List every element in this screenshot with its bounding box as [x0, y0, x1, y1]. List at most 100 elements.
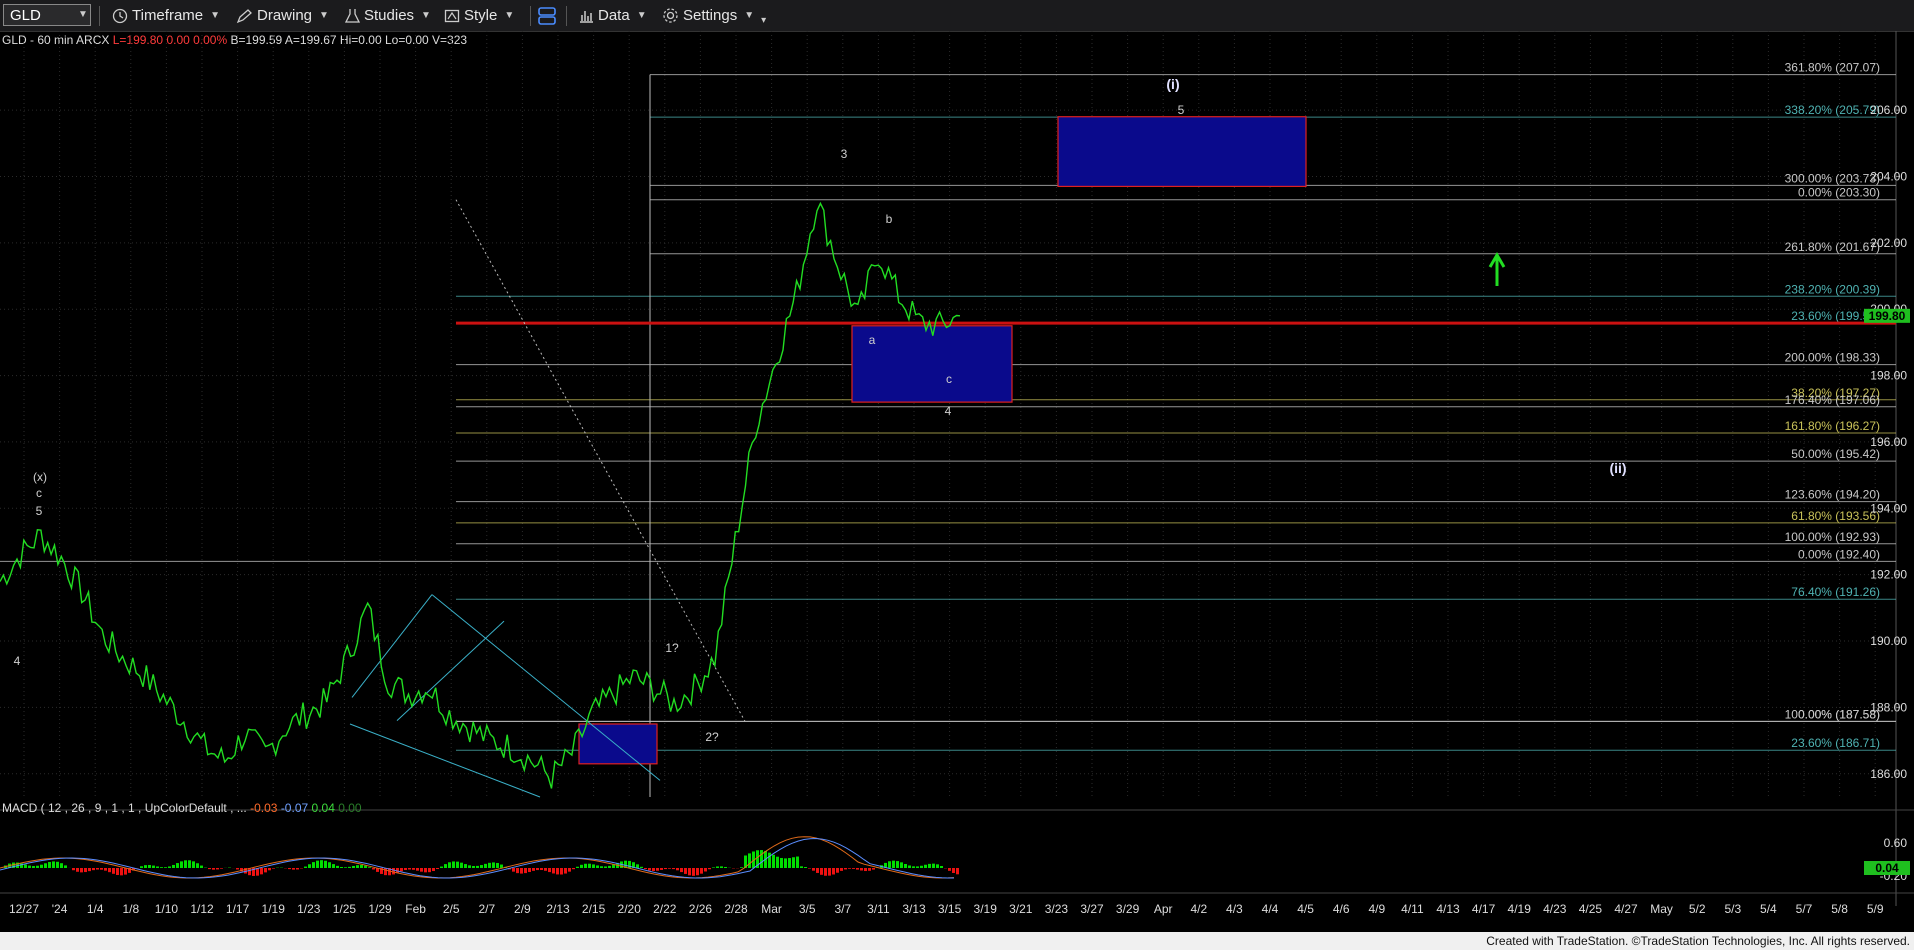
macd-bar: [500, 864, 503, 868]
fib-level-label: 261.80% (201.67): [1785, 240, 1880, 254]
macd-bar: [604, 866, 607, 868]
macd-bar: [160, 867, 163, 868]
date-tick-label: 2/20: [618, 902, 642, 916]
overflow-icon[interactable]: ▾: [761, 15, 766, 26]
macd-bar: [860, 868, 863, 871]
style-icon: [444, 9, 460, 22]
macd-bar: [692, 868, 695, 876]
layout-button[interactable]: [537, 5, 557, 26]
macd-bar: [488, 862, 491, 868]
macd-bar: [648, 868, 651, 871]
price-tick-label: 194.00: [1870, 501, 1907, 515]
macd-zero-value: 0.00: [338, 801, 362, 815]
channel-line: [431, 594, 661, 781]
macd-signal-value: -0.07: [280, 801, 309, 815]
drawing-button[interactable]: Drawing ▼: [236, 5, 329, 26]
macd-bar: [316, 860, 319, 868]
macd-bar: [36, 865, 39, 868]
chevron-down-icon: ▼: [319, 10, 329, 21]
flask-icon: [345, 8, 360, 23]
macd-bar: [596, 865, 599, 868]
macd-bar: [864, 868, 867, 872]
macd-bar: [816, 868, 819, 873]
price-tick-label: 202.00: [1870, 236, 1907, 250]
fib-level-label: 0.00% (192.40): [1798, 547, 1880, 561]
date-axis: 12/27 '24 1/4 1/8 1/10 1/12 1/17 1/19 1/23 1/25 1/…: [0, 892, 1914, 916]
settings-button[interactable]: Settings ▼ ▾: [662, 5, 766, 26]
date-tick-label: 4/13: [1436, 902, 1460, 916]
macd-bar: [308, 864, 311, 868]
macd-bar: [188, 860, 191, 868]
macd-bar: [912, 866, 915, 868]
macd-bar: [836, 868, 839, 873]
macd-bar: [48, 862, 51, 868]
style-button[interactable]: Style ▼: [444, 5, 514, 26]
wave-label: 4: [14, 654, 21, 668]
wave-label: a: [869, 333, 876, 347]
macd-bar: [740, 867, 743, 868]
macd-bar: [552, 868, 555, 874]
macd-bar: [44, 863, 47, 868]
date-tick-label: 3/29: [1116, 902, 1140, 916]
macd-bar: [192, 861, 195, 868]
macd-bar: [560, 868, 563, 875]
macd-bar: [96, 868, 99, 870]
macd-legend: MACD ( 12 , 26 , 9 , 1 , 1 , UpColorDefa…: [2, 801, 362, 815]
macd-bar: [324, 860, 327, 868]
date-tick-label: 5/9: [1867, 902, 1884, 916]
macd-bar: [260, 868, 263, 875]
macd-bar: [680, 868, 683, 873]
macd-bar: [572, 868, 575, 870]
macd-bar: [484, 863, 487, 868]
macd-bar: [932, 863, 935, 868]
price-tick-label: 188.00: [1870, 700, 1907, 714]
price-chart[interactable]: 361.80% (207.07) 338.20% (205.79) 300.00% …: [0, 31, 1914, 932]
wave-5-target: [1057, 116, 1307, 188]
macd-bar: [444, 864, 447, 868]
macd-bar: [892, 860, 895, 868]
macd-bar: [80, 868, 83, 873]
macd-bar: [56, 861, 59, 868]
fib-level-label: 161.80% (196.27): [1785, 419, 1880, 433]
chevron-down-icon: ▼: [421, 10, 431, 21]
macd-bar: [688, 868, 691, 876]
up-arrow-icon: [1488, 252, 1506, 286]
wave-label: 2?: [705, 730, 719, 744]
macd-bar: [340, 866, 343, 868]
fib-level-label: 361.80% (207.07): [1785, 61, 1880, 75]
date-tick-label: 2/13: [546, 902, 570, 916]
date-tick-label: Mar: [761, 902, 782, 916]
trend-channel: [349, 199, 746, 798]
macd-bar: [360, 864, 363, 868]
macd-bar: [888, 861, 891, 868]
data-button[interactable]: Data ▼: [578, 5, 647, 26]
date-tick-label: 3/5: [799, 902, 816, 916]
macd-bar: [428, 868, 431, 873]
studies-button[interactable]: Studies ▼: [345, 5, 431, 26]
macd-tick-label: 0.60: [1884, 836, 1908, 850]
macd-bar: [948, 868, 951, 871]
macd-bar: [664, 868, 667, 870]
price-tick-label: 190.00: [1870, 634, 1907, 648]
macd-bar: [808, 868, 811, 869]
macd-bar: [536, 868, 539, 871]
fib-level-label: 50.00% (195.42): [1791, 447, 1880, 461]
macd-bar: [420, 868, 423, 872]
macd-bar: [336, 865, 339, 868]
timeframe-button[interactable]: Timeframe ▼: [112, 5, 220, 26]
macd-bar: [436, 868, 439, 870]
macd-bar: [100, 868, 103, 870]
wave-label: c: [946, 372, 952, 386]
date-tick-label: 3/7: [834, 902, 851, 916]
macd-bar: [800, 866, 803, 868]
macd-bar: [544, 868, 547, 871]
macd-last-value: 0.04: [1875, 861, 1899, 875]
price-tick-label: 204.00: [1870, 169, 1907, 183]
symbol-dropdown-icon[interactable]: ▼: [78, 9, 88, 20]
macd-bar: [592, 864, 595, 868]
macd-bar: [568, 868, 571, 872]
macd-bar: [556, 868, 559, 875]
macd-bar: [332, 864, 335, 868]
macd-bar: [108, 868, 111, 873]
macd-value: -0.03: [250, 801, 278, 815]
